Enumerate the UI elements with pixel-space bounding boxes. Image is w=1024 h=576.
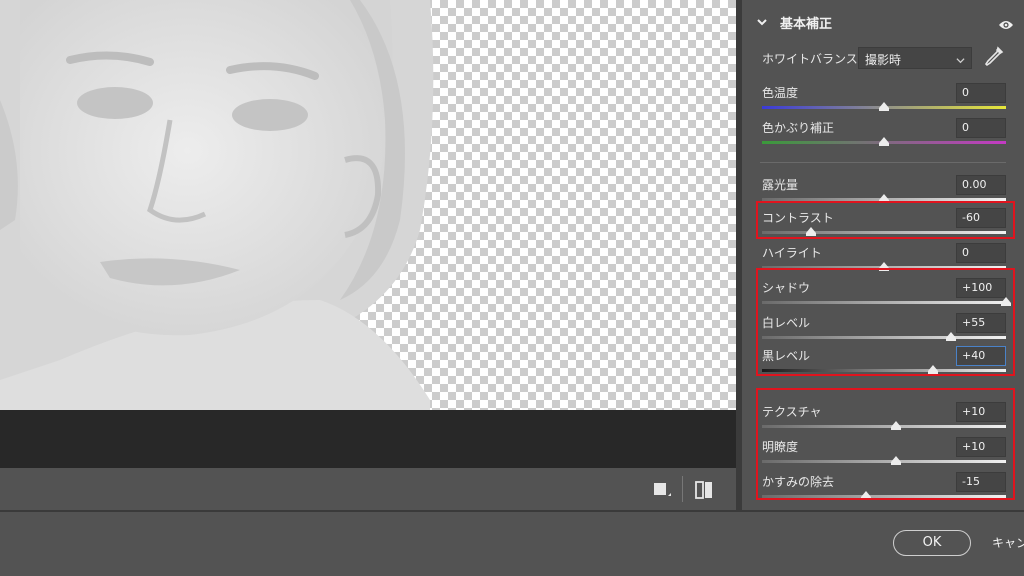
highlight-tone-group [756, 268, 1015, 376]
slider-value-field[interactable]: 0.00 [956, 175, 1006, 195]
highlight-presence-group [756, 388, 1015, 500]
image-canvas[interactable] [0, 0, 736, 410]
slider-label: 色温度 [762, 86, 799, 100]
slider-value-field[interactable]: 0 [956, 118, 1006, 138]
dialog-footer: OK キャンセル [0, 512, 1024, 576]
slider-label: 露光量 [762, 178, 799, 192]
cancel-button[interactable]: キャンセル [992, 534, 1024, 554]
canvas-toolbar [0, 468, 736, 510]
white-balance-select[interactable]: 撮影時 [858, 47, 972, 69]
toolbar-separator [682, 476, 683, 502]
chevron-down-icon[interactable] [756, 13, 768, 32]
slider-thumb[interactable] [879, 194, 889, 203]
slider-value-field[interactable]: 0 [956, 83, 1006, 103]
chevron-down-icon [956, 54, 965, 68]
highlight-contrast [756, 201, 1015, 239]
white-balance-label: ホワイトバランス [762, 52, 858, 66]
slider-label: 色かぶり補正 [762, 121, 835, 135]
section-title: 基本補正 [780, 16, 833, 32]
eyedropper-icon[interactable] [984, 46, 1004, 72]
before-after-icon[interactable] [694, 480, 714, 500]
ok-button[interactable]: OK [893, 530, 971, 556]
slider-value-field[interactable]: 0 [956, 243, 1006, 263]
canvas-margin [0, 410, 736, 468]
eye-icon[interactable] [998, 16, 1014, 35]
slider-0-row: 色温度 0 [742, 83, 1024, 117]
section-divider [760, 162, 1006, 163]
portrait-photo [0, 0, 434, 410]
slider-thumb[interactable] [879, 137, 889, 146]
white-balance-value: 撮影時 [865, 53, 902, 67]
section-header[interactable]: 基本補正 [756, 10, 832, 34]
single-view-icon[interactable] [652, 480, 672, 500]
slider-label: ハイライト [762, 246, 822, 260]
slider-thumb[interactable] [879, 102, 889, 111]
slider-1-row: 色かぶり補正 0 [742, 118, 1024, 152]
